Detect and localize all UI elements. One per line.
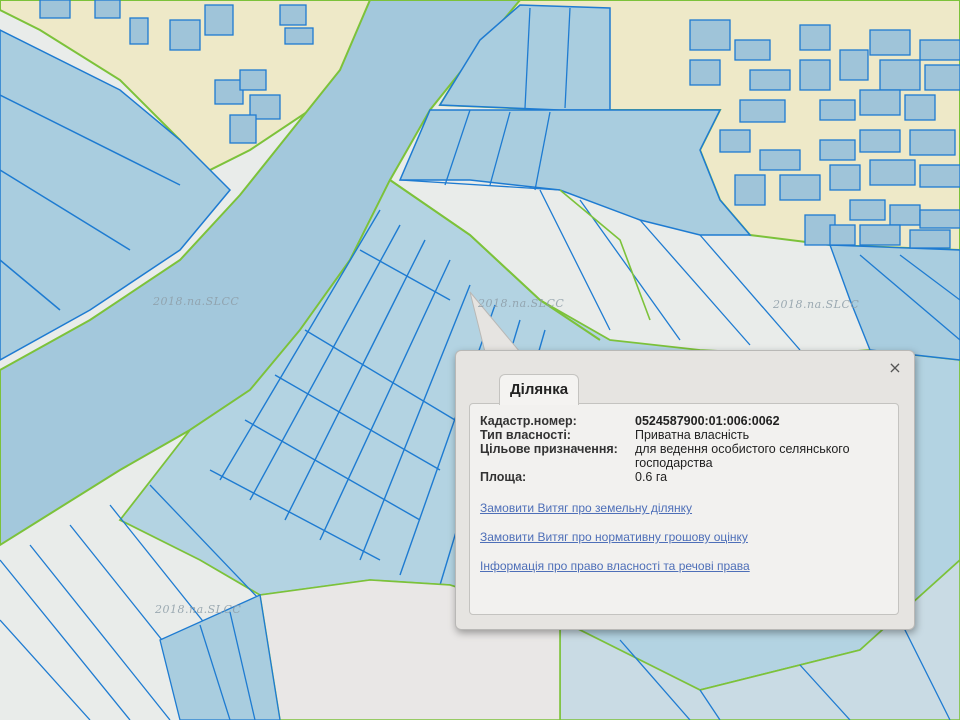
property-row: Площа: 0.6 га (480, 470, 890, 484)
area-value: 0.6 га (635, 470, 668, 484)
parcel-info-popup: × Ділянка Кадастр.номер: 0524587900:01:0… (455, 350, 915, 630)
property-label: Площа: (480, 470, 527, 484)
map-watermark: 2018.na.SLCC (773, 298, 860, 311)
property-row: Кадастр.номер: 0524587900:01:006:0062 (480, 414, 890, 428)
close-button[interactable]: × (886, 359, 904, 377)
ownership-type-value: Приватна власність (635, 428, 750, 442)
map-watermark: 2018.na.SLCC (153, 295, 240, 308)
ownership-rights-info-link[interactable]: Інформація про право власності та речові… (480, 560, 750, 573)
order-land-extract-link[interactable]: Замовити Витяг про земельну ділянку (480, 502, 750, 515)
purpose-value: для ведення особистого селянського госпо… (635, 442, 850, 470)
parcel-details-panel: Кадастр.номер: 0524587900:01:006:0062 Ти… (469, 403, 899, 615)
map-watermark: 2018.na.SLCC (478, 297, 565, 310)
tab-parcel[interactable]: Ділянка (499, 374, 580, 405)
property-row: Цільове призначення: для ведення особист… (480, 442, 890, 470)
cadastral-number-value: 0524587900:01:006:0062 (635, 414, 780, 428)
parcel-properties: Кадастр.номер: 0524587900:01:006:0062 Ти… (480, 414, 890, 484)
property-label: Цільове призначення: (480, 442, 618, 456)
property-row: Тип власності: Приватна власність (480, 428, 890, 442)
order-valuation-extract-link[interactable]: Замовити Витяг про нормативну грошову оц… (480, 531, 750, 544)
property-label: Кадастр.номер: (480, 414, 577, 428)
map-watermark: 2018.na.SLCC (155, 603, 242, 616)
property-label: Тип власності: (480, 428, 571, 442)
popup-links: Замовити Витяг про земельну ділянку Замо… (480, 502, 750, 589)
